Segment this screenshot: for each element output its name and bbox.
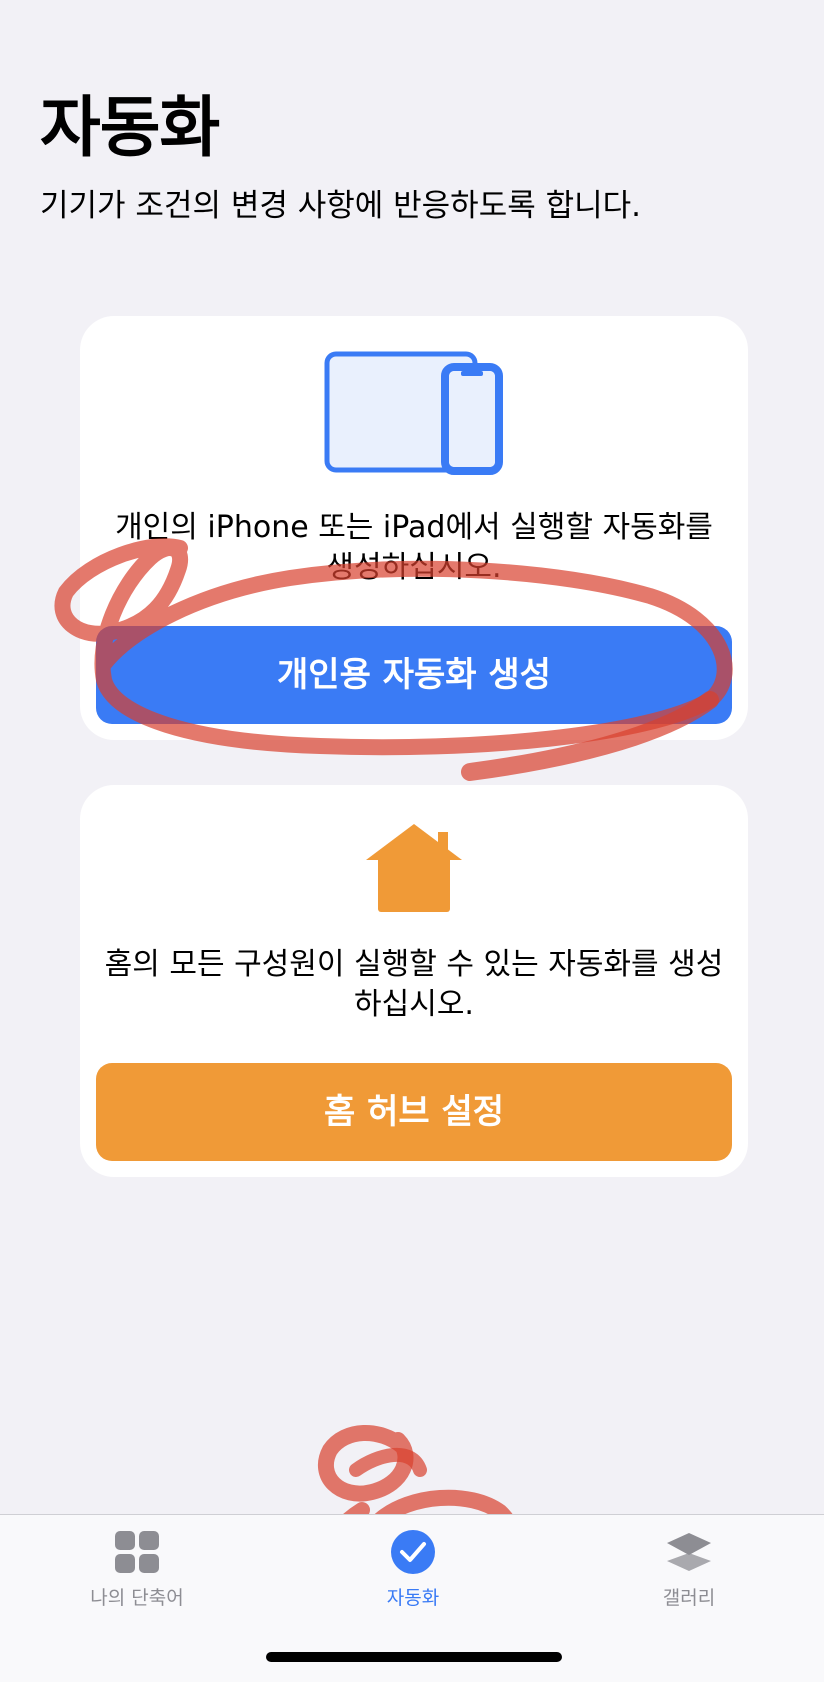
iphone-ipad-icon [324,351,503,475]
home-automation-description: 홈의 모든 구성원이 실행할 수 있는 자동화를 생성하십시오. [104,947,724,1022]
tab-gallery[interactable]: 갤러리 [589,1529,789,1619]
page-subtitle: 기기가 조건의 변경 사항에 반응하도록 합니다. [40,188,642,224]
stack-icon [667,1533,711,1571]
tab-label: 자동화 [386,1587,440,1609]
personal-automation-card: 개인의 iPhone 또는 iPad에서 실행할 자동화를 생성하십시오. 개인… [80,316,748,740]
house-icon [366,824,462,912]
set-up-home-hub-button[interactable]: 홈 허브 설정 [96,1063,732,1161]
tab-automation[interactable]: 자동화 [313,1529,513,1619]
tab-label: 나의 단축어 [90,1587,184,1609]
home-indicator[interactable] [266,1652,562,1662]
grid-icon [115,1531,159,1573]
tab-label: 갤러리 [662,1587,716,1609]
home-automation-card: 홈의 모든 구성원이 실행할 수 있는 자동화를 생성하십시오. 홈 허브 설정 [80,785,748,1177]
create-personal-automation-button[interactable]: 개인용 자동화 생성 [96,626,732,724]
personal-automation-description: 개인의 iPhone 또는 iPad에서 실행할 자동화를 생성하십시오. [115,510,713,585]
checkmark-circle-icon [391,1530,435,1574]
tab-my-shortcuts[interactable]: 나의 단축어 [37,1529,237,1619]
page-title: 자동화 [40,89,220,166]
